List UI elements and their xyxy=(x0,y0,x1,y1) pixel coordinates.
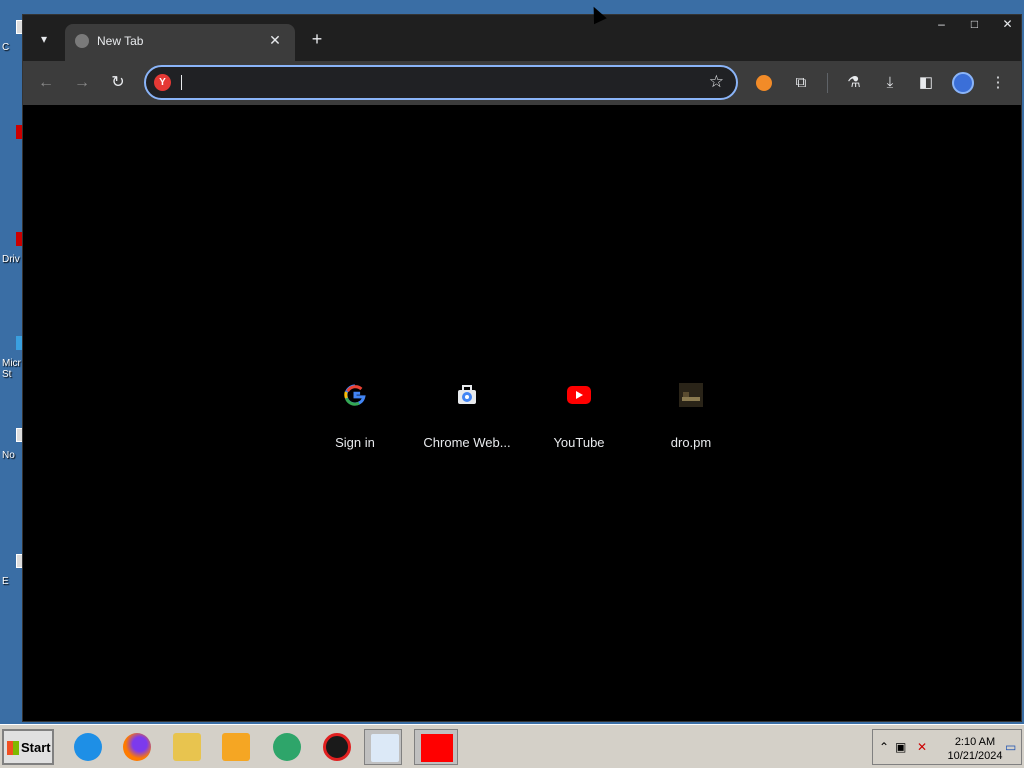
back-button[interactable]: ← xyxy=(34,71,58,95)
extensions-icon[interactable]: ⧉ xyxy=(789,71,813,95)
taskbar-media-player[interactable] xyxy=(216,729,254,765)
shortcut-chrome-web-store[interactable]: Chrome Web... xyxy=(411,375,523,465)
folder-icon xyxy=(173,733,201,761)
firefox-icon xyxy=(123,733,151,761)
gear-app-icon xyxy=(323,733,351,761)
tab-title: New Tab xyxy=(97,34,144,48)
desktop-icon-notepad[interactable]: No xyxy=(0,428,24,461)
youtube-icon xyxy=(563,379,595,411)
chrome-window-icon xyxy=(421,734,453,762)
shortcut-label: Chrome Web... xyxy=(423,435,511,450)
show-hidden-icons-icon[interactable]: ⌃ xyxy=(879,740,889,754)
desktop-icon-label: Driv xyxy=(2,254,20,265)
close-window-button[interactable]: ✕ xyxy=(991,15,1024,33)
minimize-button[interactable]: – xyxy=(925,15,958,33)
taskbar-notepad[interactable] xyxy=(364,729,402,765)
new-tab-favicon-icon xyxy=(75,34,89,48)
chrome-web-store-icon xyxy=(451,379,483,411)
profile-avatar-icon[interactable] xyxy=(952,72,974,94)
shortcut-label: dro.pm xyxy=(670,435,712,450)
google-icon xyxy=(339,379,371,411)
extension-orange-icon[interactable] xyxy=(756,75,772,91)
start-button[interactable]: Start xyxy=(2,729,54,765)
reload-button[interactable]: ↻ xyxy=(106,71,130,95)
tab-new-tab[interactable]: New Tab ✕ xyxy=(65,24,295,61)
show-desktop-icon[interactable]: ▭ xyxy=(1005,740,1016,754)
download-icon[interactable]: ⤓ xyxy=(878,71,902,95)
new-tab-button[interactable]: + xyxy=(306,28,328,50)
shortcut-dro-pm[interactable]: dro.pm xyxy=(635,375,747,465)
windows-logo-icon xyxy=(7,741,19,755)
title-bar: ▾ New Tab ✕ + – □ ✕ xyxy=(23,15,1021,61)
system-tray: ⌃ ▣ ✕ 2:10 AM 10/21/2024 ▭ xyxy=(872,729,1022,765)
desktop-icon-label: E xyxy=(2,576,9,587)
notepad-icon xyxy=(371,734,399,762)
browser-toolbar: ← → ↻ Y ☆ ⧉ ⚗ ⤓ ◧ ⋮ xyxy=(23,61,1021,105)
forward-button[interactable]: → xyxy=(70,71,94,95)
side-panel-icon[interactable]: ◧ xyxy=(914,71,938,95)
tab-search-chevron-icon[interactable]: ▾ xyxy=(33,28,55,50)
omnibox[interactable]: Y ☆ xyxy=(144,65,738,100)
text-caret xyxy=(181,75,182,90)
desktop-icon-c[interactable]: C xyxy=(0,20,24,53)
desktop-icon-e[interactable]: E xyxy=(0,554,24,587)
taskbar-red-gear-app[interactable] xyxy=(317,729,355,765)
toolbar-divider xyxy=(827,73,828,93)
taskbar-chrome-window[interactable] xyxy=(414,729,458,765)
media-player-icon xyxy=(222,733,250,761)
desktop-icon-drive[interactable]: Driv xyxy=(0,232,24,265)
labs-icon[interactable]: ⚗ xyxy=(842,71,866,95)
start-label: Start xyxy=(21,740,51,755)
taskbar-firefox[interactable] xyxy=(117,729,155,765)
shortcut-youtube[interactable]: YouTube xyxy=(523,375,635,465)
desktop-icon-red[interactable] xyxy=(0,125,24,139)
taskbar-file-explorer[interactable] xyxy=(167,729,205,765)
clock-time[interactable]: 2:10 AM xyxy=(943,736,1007,748)
shortcut-label: Sign in xyxy=(335,435,375,450)
maximize-button[interactable]: □ xyxy=(958,15,991,33)
shortcut-label: YouTube xyxy=(553,435,605,450)
browser-window: ▾ New Tab ✕ + – □ ✕ ← → ↻ Y ☆ ⧉ ⚗ ⤓ ◧ ⋮ xyxy=(22,14,1022,722)
desktop-icon-label: No xyxy=(2,450,15,461)
dro-pm-icon xyxy=(675,379,707,411)
desktop-icon-microsoft-store[interactable]: Micr St xyxy=(0,336,24,380)
shortcut-grid: Sign in Chrome Web... YouTube dro.pm xyxy=(299,375,747,465)
volume-muted-icon[interactable]: ✕ xyxy=(917,740,927,754)
search-engine-icon: Y xyxy=(154,74,171,91)
desktop-icon-label: Micr St xyxy=(2,358,21,380)
menu-icon[interactable]: ⋮ xyxy=(986,71,1010,95)
bookmark-star-icon[interactable]: ☆ xyxy=(709,72,724,92)
taskbar-internet-explorer[interactable] xyxy=(68,729,106,765)
taskbar-green-app[interactable] xyxy=(267,729,305,765)
desktop-icon-label: C xyxy=(2,42,10,53)
tab-close-icon[interactable]: ✕ xyxy=(265,30,285,50)
network-icon[interactable]: ▣ xyxy=(895,740,906,754)
chat-app-icon xyxy=(273,733,301,761)
address-input[interactable] xyxy=(180,71,660,94)
clock-date[interactable]: 10/21/2024 xyxy=(939,750,1011,762)
shortcut-sign-in[interactable]: Sign in xyxy=(299,375,411,465)
internet-explorer-icon xyxy=(74,733,102,761)
taskbar: Start ⌃ ▣ ✕ 2:10 AM 10/21/2024 ▭ xyxy=(0,724,1024,768)
